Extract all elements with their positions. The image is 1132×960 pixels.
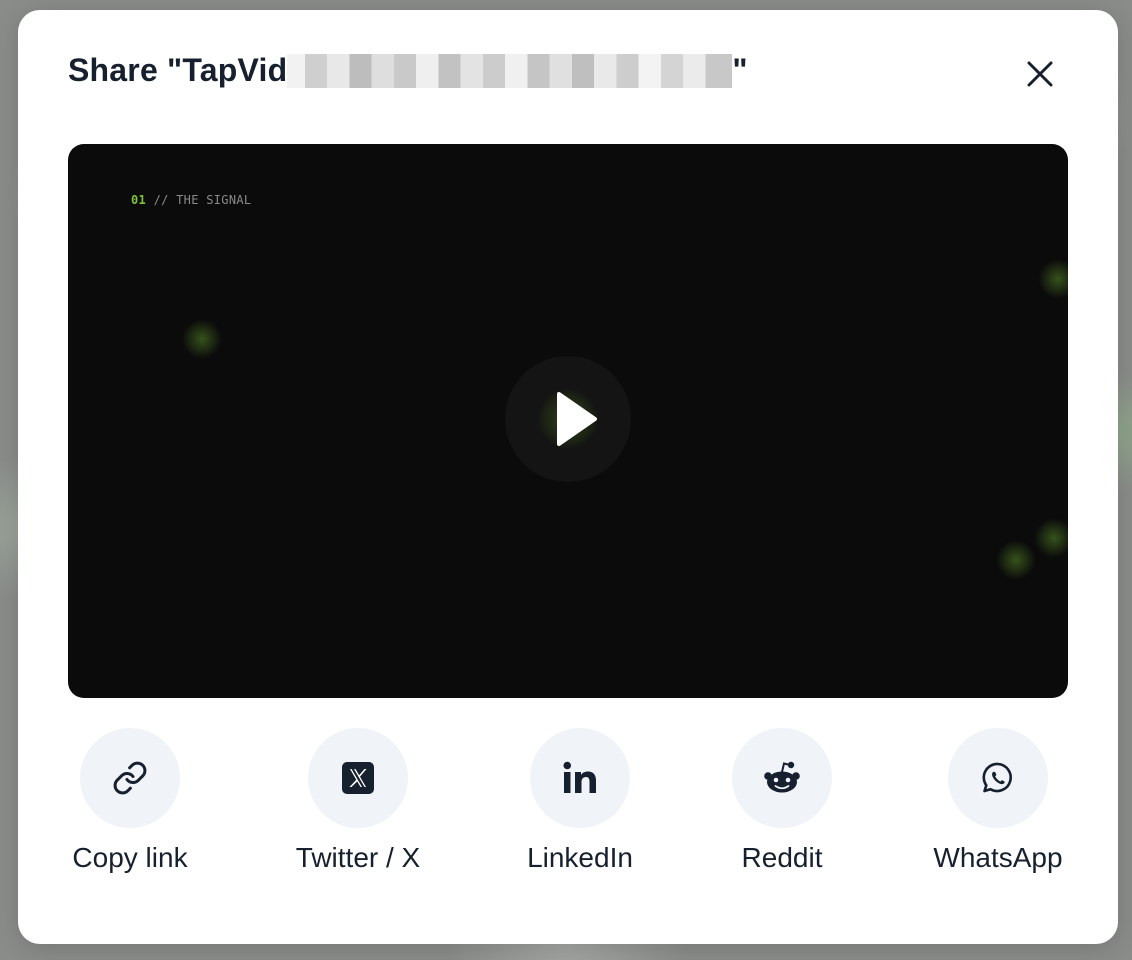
share-copy-link-button[interactable]: Copy link (68, 728, 192, 874)
close-icon (1027, 61, 1053, 87)
link-icon (113, 761, 147, 795)
background-glow-3 (996, 540, 1036, 580)
dialog-title-prefix: Share "TapVid (68, 52, 288, 88)
video-caption-number: 01 (131, 193, 147, 207)
x-logo-icon (342, 762, 374, 794)
video-preview[interactable]: 01 // THE SIGNAL (68, 144, 1068, 698)
redacted-title-text (287, 53, 733, 88)
share-reddit-button[interactable]: Reddit (720, 728, 844, 874)
share-reddit-label: Reddit (741, 842, 823, 873)
dialog-title: Share "TapVid " (68, 52, 748, 89)
share-copy-link-circle (80, 728, 180, 828)
background-glow-4 (1034, 518, 1068, 558)
dialog-title-suffix: " (732, 52, 748, 88)
share-twitter-circle (308, 728, 408, 828)
video-caption-text: // THE SIGNAL (146, 193, 252, 207)
background-glow-2 (1038, 259, 1068, 299)
close-button[interactable] (1018, 52, 1062, 96)
share-twitter-button[interactable]: Twitter / X (288, 728, 428, 874)
share-reddit-circle (732, 728, 832, 828)
share-twitter-label: Twitter / X (295, 842, 421, 873)
share-linkedin-circle (530, 728, 630, 828)
share-copy-link-label: Copy link (72, 842, 188, 873)
video-caption: 01 // THE SIGNAL (131, 193, 251, 207)
linkedin-icon (563, 761, 596, 793)
share-options: Copy link Twitter / X LinkedIn Reddit Wh… (18, 728, 1118, 898)
play-button[interactable] (505, 356, 631, 482)
share-linkedin-button[interactable]: LinkedIn (518, 728, 642, 874)
share-whatsapp-button[interactable]: WhatsApp (926, 728, 1070, 874)
share-linkedin-label: LinkedIn (527, 842, 633, 873)
whatsapp-icon (982, 762, 1012, 793)
background-glow-1 (182, 319, 222, 359)
reddit-icon (764, 761, 800, 793)
share-whatsapp-label: WhatsApp (933, 842, 1063, 873)
play-icon (557, 392, 597, 446)
share-whatsapp-circle (948, 728, 1048, 828)
